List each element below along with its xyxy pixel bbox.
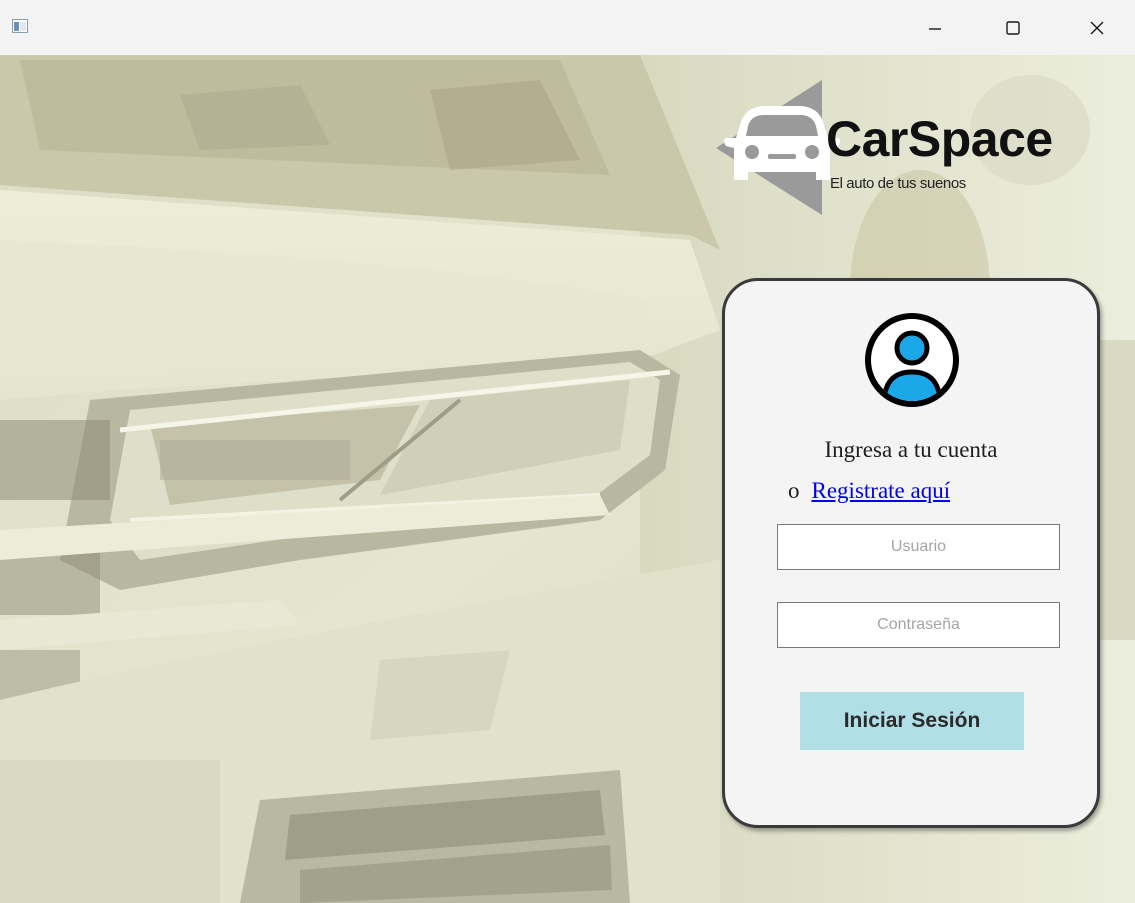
car-front-icon: [724, 106, 840, 180]
app-window-icon: [12, 19, 28, 33]
or-text: o: [788, 478, 800, 503]
login-prompt: Ingresa a tu cuenta: [824, 437, 998, 462]
login-button[interactable]: Iniciar Sesión: [800, 692, 1024, 750]
minimize-button[interactable]: [906, 0, 964, 55]
app-window: CarSpace El auto de tus suenos Ingresa a…: [0, 0, 1135, 903]
minimize-icon: [929, 27, 941, 30]
user-circle-icon: [865, 313, 959, 407]
title-bar: [0, 0, 1135, 55]
password-input[interactable]: [777, 602, 1060, 648]
login-card: Ingresa a tu cuenta o Registrate aquí Ini…: [722, 278, 1100, 828]
close-icon: [1090, 21, 1104, 34]
brand-name: CarSpace: [826, 111, 1053, 167]
brand-tagline: El auto de tus suenos: [830, 175, 966, 192]
close-button[interactable]: [1068, 0, 1126, 55]
maximize-button[interactable]: [984, 0, 1042, 55]
username-input[interactable]: [777, 524, 1060, 570]
maximize-icon: [1006, 20, 1020, 35]
register-line: o Registrate aquí: [788, 478, 950, 504]
register-link[interactable]: Registrate aquí: [812, 478, 951, 503]
